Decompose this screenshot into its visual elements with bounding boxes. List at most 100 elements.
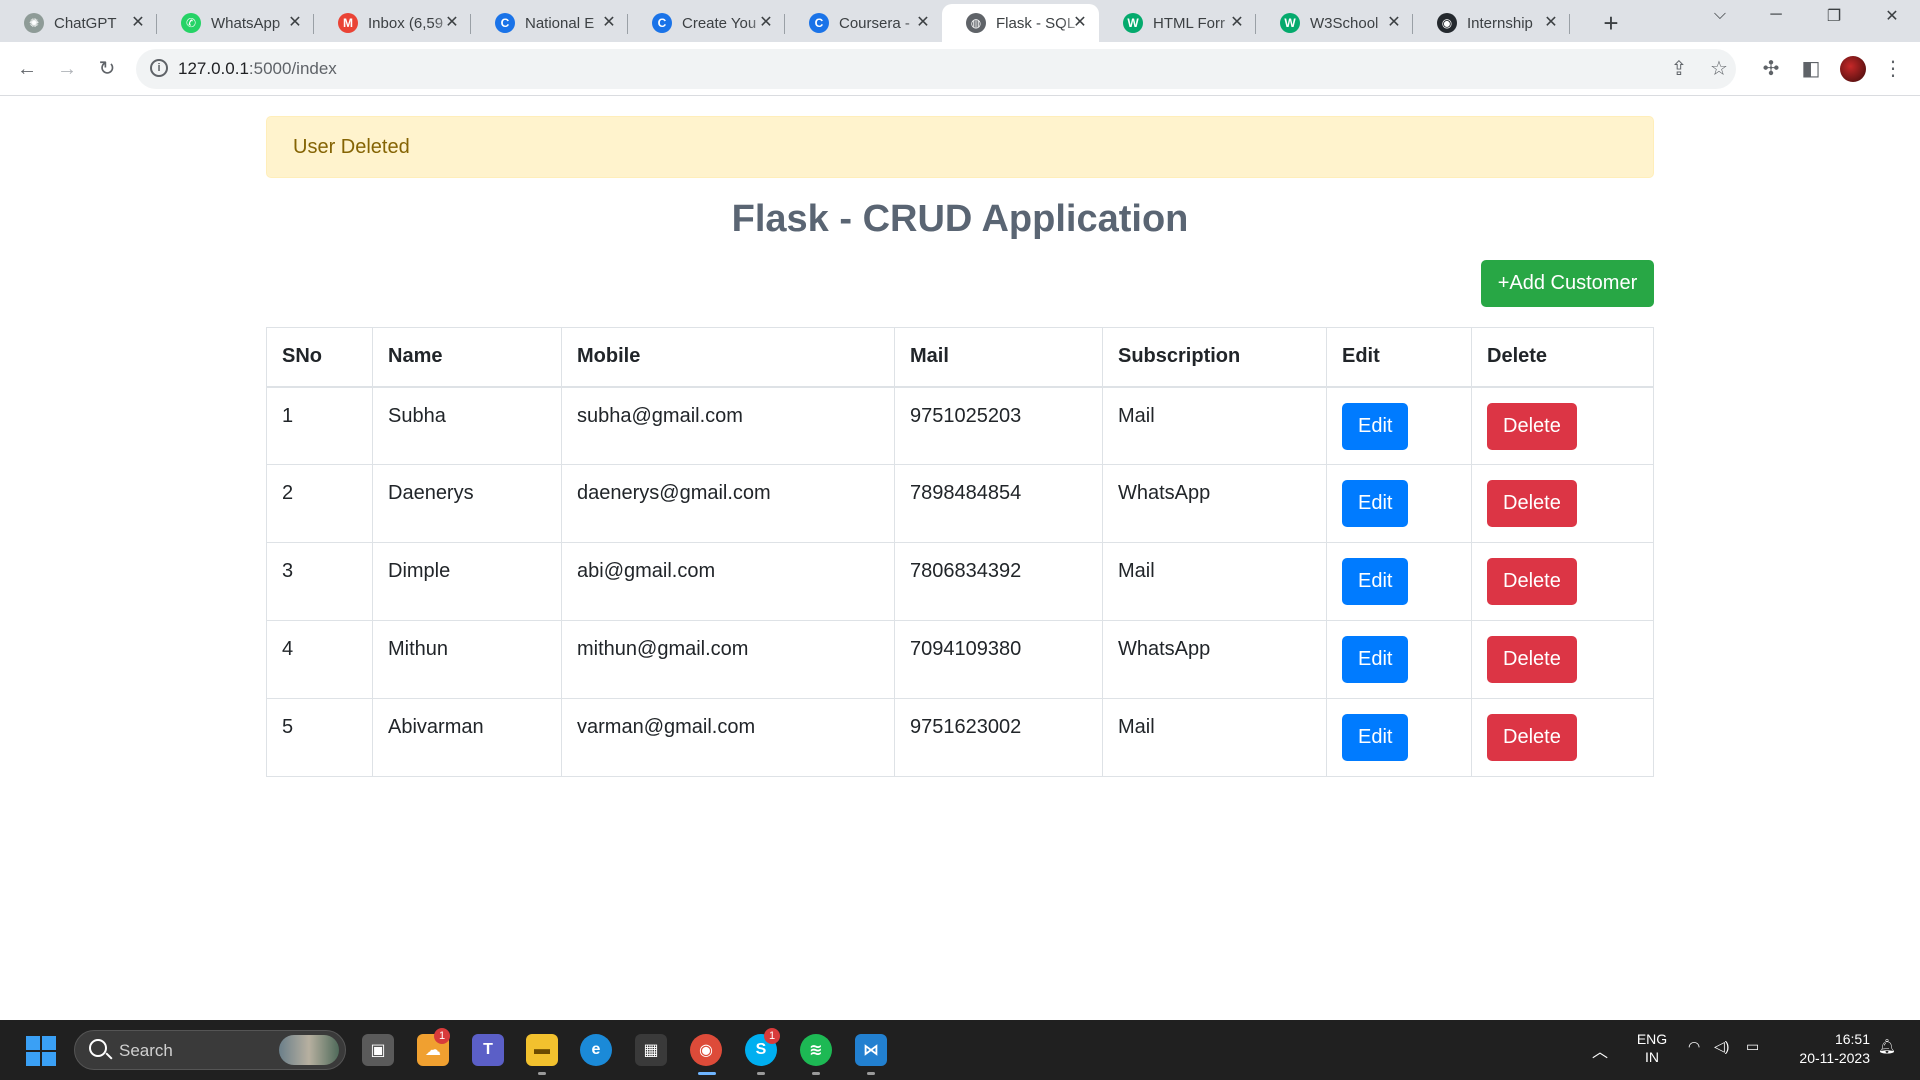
edit-button[interactable]: Edit — [1342, 558, 1409, 605]
close-window-button[interactable]: ✕ — [1872, 6, 1912, 26]
browser-tab-strip: ✺ ChatGPT ✕ ✆ WhatsApp ✕ M Inbox (6,59 ✕ C Nationa… — [0, 0, 1920, 42]
close-tab-icon[interactable]: ✕ — [757, 14, 775, 32]
browser-tab[interactable]: ✺ ChatGPT ✕ — [0, 4, 157, 42]
vscode-running-indicator — [867, 1072, 875, 1075]
delete-button[interactable]: Delete — [1487, 636, 1577, 683]
gmail-icon: M — [338, 13, 358, 33]
close-tab-icon[interactable]: ✕ — [129, 14, 147, 32]
close-tab-icon[interactable]: ✕ — [1385, 14, 1403, 32]
edit-button[interactable]: Edit — [1342, 714, 1409, 761]
taskbar-search-box[interactable]: Search — [74, 1030, 346, 1070]
browser-tab[interactable]: W HTML Forr ✕ — [1099, 4, 1256, 42]
course-icon: C — [495, 13, 515, 33]
reload-icon[interactable]: ↻ — [94, 56, 120, 82]
close-tab-icon[interactable]: ✕ — [1542, 14, 1560, 32]
cell-subscription: WhatsApp — [1102, 620, 1327, 699]
cell-name: Dimple — [372, 542, 562, 621]
delete-button[interactable]: Delete — [1487, 714, 1577, 761]
edit-button[interactable]: Edit — [1342, 480, 1409, 527]
side-panel-icon[interactable]: ◧ — [1798, 56, 1824, 82]
tray-overflow-chevron-icon[interactable]: ︿ — [1592, 1038, 1608, 1062]
close-tab-icon[interactable]: ✕ — [1071, 14, 1089, 32]
browser-tab[interactable]: C Coursera - ✕ — [785, 4, 942, 42]
spotify-icon[interactable]: ≋ — [800, 1034, 832, 1066]
search-icon — [89, 1039, 107, 1057]
file-explorer-icon[interactable]: ▬ — [526, 1034, 558, 1066]
chrome-active-indicator — [698, 1072, 716, 1075]
address-url[interactable]: 127.0.0.1:5000/index — [178, 59, 337, 79]
header-edit: Edit — [1326, 327, 1472, 388]
tab-separator — [1569, 14, 1570, 34]
site-info-icon[interactable]: i — [150, 59, 168, 77]
minimize-window-button[interactable]: ─ — [1756, 6, 1796, 24]
delete-button[interactable]: Delete — [1487, 480, 1577, 527]
profile-avatar[interactable] — [1840, 56, 1866, 82]
clock[interactable]: 16:51 20-11-2023 — [1782, 1030, 1870, 1068]
browser-menu-icon[interactable]: ⋮ — [1880, 56, 1906, 82]
wifi-icon[interactable]: ◠ — [1688, 1038, 1700, 1055]
browser-tab[interactable]: ◍ Flask - SQL ✕ — [942, 4, 1099, 42]
cell-mail: 9751025203 — [894, 386, 1103, 465]
cell-edit: Edit — [1326, 698, 1472, 777]
table-row: 3 Dimple abi@gmail.com 7806834392 Mail Edit De… — [266, 542, 1654, 621]
new-tab-button[interactable]: + — [1596, 8, 1626, 39]
close-tab-icon[interactable]: ✕ — [600, 14, 618, 32]
forward-arrow-icon[interactable]: → — [54, 56, 80, 82]
teams-icon[interactable]: T — [472, 1034, 504, 1066]
cell-delete: Delete — [1471, 464, 1654, 543]
cell-subscription: Mail — [1102, 386, 1327, 465]
cell-name: Daenerys — [372, 464, 562, 543]
close-tab-icon[interactable]: ✕ — [1228, 14, 1246, 32]
cell-subscription: WhatsApp — [1102, 464, 1327, 543]
delete-button[interactable]: Delete — [1487, 558, 1577, 605]
back-arrow-icon[interactable]: ← — [14, 56, 40, 82]
add-customer-button[interactable]: +Add Customer — [1481, 260, 1654, 307]
browser-tab[interactable]: C National E ✕ — [471, 4, 628, 42]
close-tab-icon[interactable]: ✕ — [443, 14, 461, 32]
cell-sno: 1 — [266, 386, 373, 465]
store-icon[interactable]: ▦ — [635, 1034, 667, 1066]
browser-tab[interactable]: W W3School ✕ — [1256, 4, 1413, 42]
task-view-icon[interactable]: ▣ — [362, 1034, 394, 1066]
chatgpt-icon: ✺ — [24, 13, 44, 33]
edit-button[interactable]: Edit — [1342, 402, 1409, 450]
edge-icon[interactable]: e — [580, 1034, 612, 1066]
notification-bell-icon[interactable]: 🔔︎ — [1878, 1038, 1896, 1055]
edit-button[interactable]: Edit — [1342, 636, 1409, 683]
volume-icon[interactable]: ◁) — [1714, 1038, 1729, 1055]
chrome-icon[interactable]: ◉ — [690, 1034, 722, 1066]
bookmark-star-icon[interactable]: ☆ — [1706, 56, 1732, 82]
vscode-icon[interactable]: ⋈ — [855, 1034, 887, 1066]
header-mobile: Mobile — [561, 327, 895, 388]
cell-edit: Edit — [1326, 542, 1472, 621]
cell-mobile: daenerys@gmail.com — [561, 464, 895, 543]
close-tab-icon[interactable]: ✕ — [914, 14, 932, 32]
cell-edit: Edit — [1326, 464, 1472, 543]
page-title: Flask - CRUD Application — [731, 198, 1189, 240]
browser-tab[interactable]: M Inbox (6,59 ✕ — [314, 4, 471, 42]
language-indicator[interactable]: ENG IN — [1632, 1030, 1672, 1066]
battery-icon[interactable]: ▭ — [1746, 1038, 1759, 1055]
browser-tab[interactable]: ✆ WhatsApp ✕ — [157, 4, 314, 42]
share-icon[interactable]: ⇪ — [1666, 56, 1692, 82]
cell-sno: 2 — [266, 464, 373, 543]
cell-mail: 7806834392 — [894, 542, 1103, 621]
browser-tab[interactable]: C Create You ✕ — [628, 4, 785, 42]
address-bar[interactable]: i 127.0.0.1:5000/index ⇪ ☆ — [136, 49, 1736, 89]
cell-sno: 3 — [266, 542, 373, 621]
spotify-running-indicator — [812, 1072, 820, 1075]
table-row: 5 Abivarman varman@gmail.com 9751623002 Mail… — [266, 698, 1654, 777]
close-tab-icon[interactable]: ✕ — [286, 14, 304, 32]
restore-window-button[interactable]: ❐ — [1814, 6, 1854, 26]
tab-search-chevron-icon[interactable]: ⌵ — [1700, 6, 1740, 24]
delete-button[interactable]: Delete — [1487, 402, 1577, 450]
customer-table: SNo Name Mobile Mail Subscription Edit D… — [266, 327, 1654, 777]
language-code: ENG — [1636, 1031, 1668, 1047]
browser-toolbar: ← → ↻ i 127.0.0.1:5000/index ⇪ ☆ ✣ ◧ ⋮ — [0, 42, 1920, 96]
cell-edit: Edit — [1326, 620, 1472, 699]
cell-edit: Edit — [1326, 386, 1472, 465]
address-path: :5000/index — [248, 59, 337, 78]
browser-tab[interactable]: ◉ Internship ✕ — [1413, 4, 1570, 42]
windows-start-icon[interactable] — [26, 1036, 56, 1066]
extensions-puzzle-icon[interactable]: ✣ — [1758, 56, 1784, 82]
